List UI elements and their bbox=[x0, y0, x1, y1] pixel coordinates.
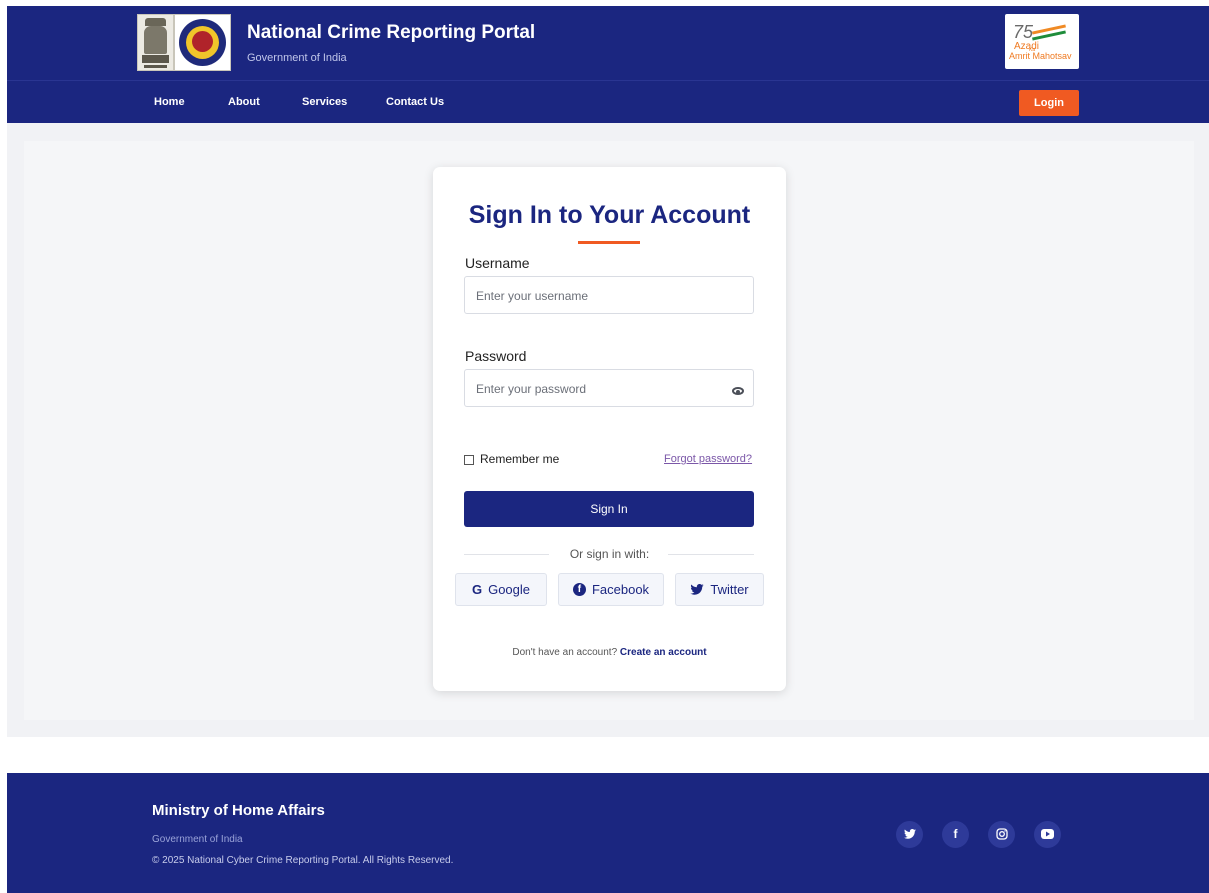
google-label: Google bbox=[488, 582, 531, 597]
divider-text: Or sign in with: bbox=[569, 547, 650, 561]
signup-prompt: Don't have an account? bbox=[512, 647, 618, 658]
top-header: National Crime Reporting Portal Governme… bbox=[7, 6, 1209, 80]
state-emblem-icon bbox=[137, 14, 174, 71]
sign-in-button[interactable]: Sign In bbox=[464, 491, 754, 527]
password-input[interactable]: Enter your password bbox=[464, 369, 754, 407]
create-account-link[interactable]: Create an account bbox=[620, 647, 707, 658]
police-badge-icon bbox=[174, 14, 231, 71]
facebook-label: Facebook bbox=[591, 582, 650, 597]
forgot-password-link[interactable]: Forgot password? bbox=[664, 453, 752, 465]
footer-copyright: © 2025 National Cyber Crime Reporting Po… bbox=[152, 855, 454, 866]
username-input[interactable]: Enter your username bbox=[464, 276, 754, 314]
google-signin-button[interactable]: G Google bbox=[455, 573, 547, 606]
facebook-icon[interactable]: f bbox=[942, 821, 969, 848]
password-placeholder: Enter your password bbox=[476, 382, 587, 396]
password-label: Password bbox=[465, 348, 527, 364]
twitter-label: Twitter bbox=[710, 582, 749, 597]
login-button[interactable]: Login bbox=[1019, 90, 1079, 116]
nav-services[interactable]: Services bbox=[302, 96, 347, 108]
signup-row: Don't have an account? Create an account bbox=[433, 647, 786, 658]
username-label: Username bbox=[465, 255, 530, 271]
remember-label: Remember me bbox=[480, 452, 560, 466]
footer-title: Ministry of Home Affairs bbox=[152, 802, 325, 819]
site-subtitle: Government of India bbox=[247, 52, 347, 64]
twitter-icon[interactable] bbox=[896, 821, 923, 848]
instagram-icon[interactable] bbox=[988, 821, 1015, 848]
remember-me[interactable]: Remember me bbox=[464, 452, 559, 466]
google-icon: G bbox=[471, 582, 483, 597]
youtube-icon[interactable] bbox=[1034, 821, 1061, 848]
page: National Crime Reporting Portal Governme… bbox=[7, 6, 1209, 893]
site-title[interactable]: National Crime Reporting Portal bbox=[247, 22, 535, 44]
nav-contact-us[interactable]: Contact Us bbox=[386, 96, 444, 108]
twitter-icon bbox=[690, 584, 704, 595]
remember-checkbox[interactable] bbox=[464, 454, 474, 465]
azadi-ka-amrit-mahotsav-logo: 75 Azadi Ka Amrit Mahotsav bbox=[1005, 14, 1079, 69]
footer-subtitle: Government of India bbox=[152, 834, 243, 845]
eye-icon[interactable] bbox=[732, 387, 744, 395]
title-underline bbox=[578, 241, 640, 244]
username-placeholder: Enter your username bbox=[476, 289, 589, 303]
twitter-signin-button[interactable]: Twitter bbox=[675, 573, 764, 606]
nav-about[interactable]: About bbox=[228, 96, 260, 108]
login-title: Sign In to Your Account bbox=[468, 201, 751, 229]
nav-home[interactable]: Home bbox=[154, 96, 185, 108]
facebook-signin-button[interactable]: f Facebook bbox=[558, 573, 664, 606]
main-nav: Home About Services Contact Us Login bbox=[7, 80, 1209, 123]
footer: Ministry of Home Affairs Government of I… bbox=[7, 773, 1209, 893]
facebook-icon: f bbox=[572, 583, 586, 596]
login-card: Sign In to Your Account Username Enter y… bbox=[433, 167, 786, 691]
